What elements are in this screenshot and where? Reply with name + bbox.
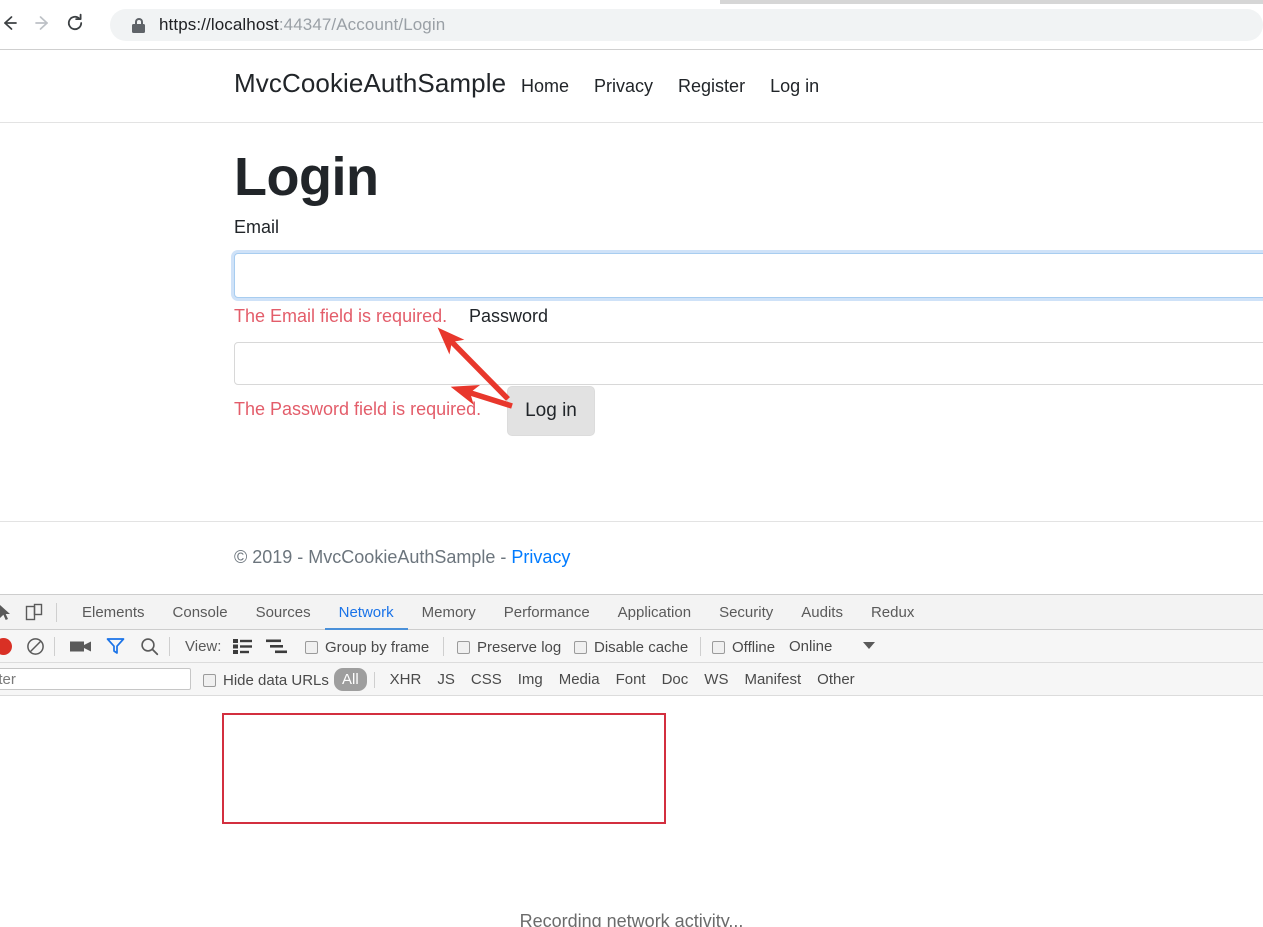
disable-cache-label: Disable cache [594,639,689,656]
offline-checkbox[interactable] [712,641,725,654]
forward-button[interactable] [30,12,56,38]
filter-pill-xhr[interactable]: XHR [382,668,430,691]
resource-type-filters: All XHR JS CSS Img Media Font Doc WS Man… [334,663,863,696]
nav-item-privacy[interactable]: Privacy [594,76,653,97]
footer-copyright: © 2019 - MvcCookieAuthSample - Privacy [234,547,570,568]
screenshot-root: https://localhost:44347/Account/Login Mv… [0,0,1263,927]
devtools-tab-elements[interactable]: Elements [68,595,159,630]
devtools-tab-console[interactable]: Console [159,595,242,630]
nav-item-home[interactable]: Home [521,76,569,97]
tabbar-separator [56,603,57,622]
password-error-message: The Password field is required. [234,399,482,419]
devtools-tab-performance[interactable]: Performance [490,595,604,630]
device-toolbar-icon[interactable] [24,603,44,623]
clear-icon[interactable] [26,637,45,656]
view-label: View: [185,638,222,655]
hide-data-urls-checkbox[interactable] [203,674,216,687]
throttling-select[interactable]: Online [789,638,832,655]
group-by-frame-row[interactable]: Group by frame [305,639,429,656]
devtools-panel: Elements Console Sources Network Memory … [0,594,1263,927]
filter-pill-css[interactable]: CSS [463,668,510,691]
network-request-list: Recording network activity... Perform a … [0,696,1263,927]
page-title: Login [234,147,379,207]
filter-pill-js[interactable]: JS [429,668,463,691]
filter-pill-other[interactable]: Other [809,668,863,691]
address-bar[interactable]: https://localhost:44347/Account/Login [110,9,1263,41]
filter-pill-separator [373,671,375,688]
email-label: Email [234,217,280,237]
brand-link[interactable]: MvcCookieAuthSample [234,68,506,99]
group-by-frame-checkbox[interactable] [305,641,318,654]
devtools-tab-audits[interactable]: Audits [787,595,857,630]
filter-pill-ws[interactable]: WS [696,668,736,691]
toolbar-separator-3 [443,637,444,656]
devtools-tab-sources[interactable]: Sources [242,595,325,630]
offline-row[interactable]: Offline [712,639,775,656]
nav-links: Home Privacy Register Log in [521,76,819,97]
preserve-log-checkbox[interactable] [457,641,470,654]
url-path: :44347/Account/Login [278,15,446,34]
record-circle-icon[interactable] [0,638,12,655]
url-text: https://localhost:44347/Account/Login [159,15,445,35]
lock-icon [132,17,145,33]
footer-copyright-text: © 2019 - MvcCookieAuthSample - [234,547,512,567]
email-input[interactable] [234,253,1263,298]
toolbar-separator-2 [169,637,170,656]
nav-item-register[interactable]: Register [678,76,745,97]
password-input[interactable] [234,342,1263,385]
funnel-filter-icon[interactable] [106,637,125,655]
filter-pill-media[interactable]: Media [551,668,608,691]
recording-status-text: Recording network activity... [519,911,744,927]
toolbar-separator-4 [700,637,701,656]
site-navbar: MvcCookieAuthSample Home Privacy Registe… [0,50,1263,123]
password-label: Password [469,306,549,326]
filter-pill-doc[interactable]: Doc [654,668,697,691]
preserve-log-row[interactable]: Preserve log [457,639,561,656]
hide-data-urls-label: Hide data URLs [223,672,329,689]
devtools-tab-application[interactable]: Application [604,595,705,630]
hide-data-urls-row[interactable]: Hide data URLs [203,672,329,689]
tab-strip-edge [720,0,1263,4]
arrow-left-icon [4,16,17,30]
network-toolbar: View: Group by frame Preserve log Disabl… [0,630,1263,663]
devtools-tab-network[interactable]: Network [324,595,408,630]
footer-privacy-link[interactable]: Privacy [511,547,570,567]
inspect-cursor-icon[interactable] [0,603,16,623]
offline-label: Offline [732,639,776,656]
arrow-right-icon [35,16,48,30]
list-view-icon[interactable] [233,639,252,654]
toolbar-separator-1 [54,637,55,656]
preserve-log-label: Preserve log [477,639,562,656]
disable-cache-checkbox[interactable] [574,641,587,654]
email-error-message: The Email field is required. [234,306,448,326]
search-icon[interactable] [140,637,159,656]
devtools-tab-memory[interactable]: Memory [408,595,490,630]
filter-pill-font[interactable]: Font [608,668,654,691]
reload-button[interactable] [62,12,88,38]
login-submit-button[interactable]: Log in [507,386,595,436]
devtools-tab-bar: Elements Console Sources Network Memory … [0,595,1263,630]
filter-pill-img[interactable]: Img [510,668,551,691]
camera-icon[interactable] [70,640,92,653]
devtools-tabs: Elements Console Sources Network Memory … [68,595,928,630]
waterfall-view-icon[interactable] [266,639,287,654]
filter-pill-all[interactable]: All [334,668,367,691]
url-origin: https://localhost [159,15,279,34]
chevron-down-icon[interactable] [863,642,875,649]
disable-cache-row[interactable]: Disable cache [574,639,688,656]
filter-pill-manifest[interactable]: Manifest [736,668,809,691]
filter-input[interactable] [0,668,191,690]
nav-item-login[interactable]: Log in [770,76,819,97]
group-by-frame-label: Group by frame [325,639,430,656]
footer-divider [0,521,1263,522]
back-button[interactable] [0,12,22,38]
devtools-tab-security[interactable]: Security [705,595,787,630]
network-filter-bar: Hide data URLs All XHR JS CSS Img Media … [0,663,1263,696]
browser-toolbar: https://localhost:44347/Account/Login [0,0,1263,50]
reload-icon [67,13,83,31]
devtools-tab-redux[interactable]: Redux [857,595,928,630]
